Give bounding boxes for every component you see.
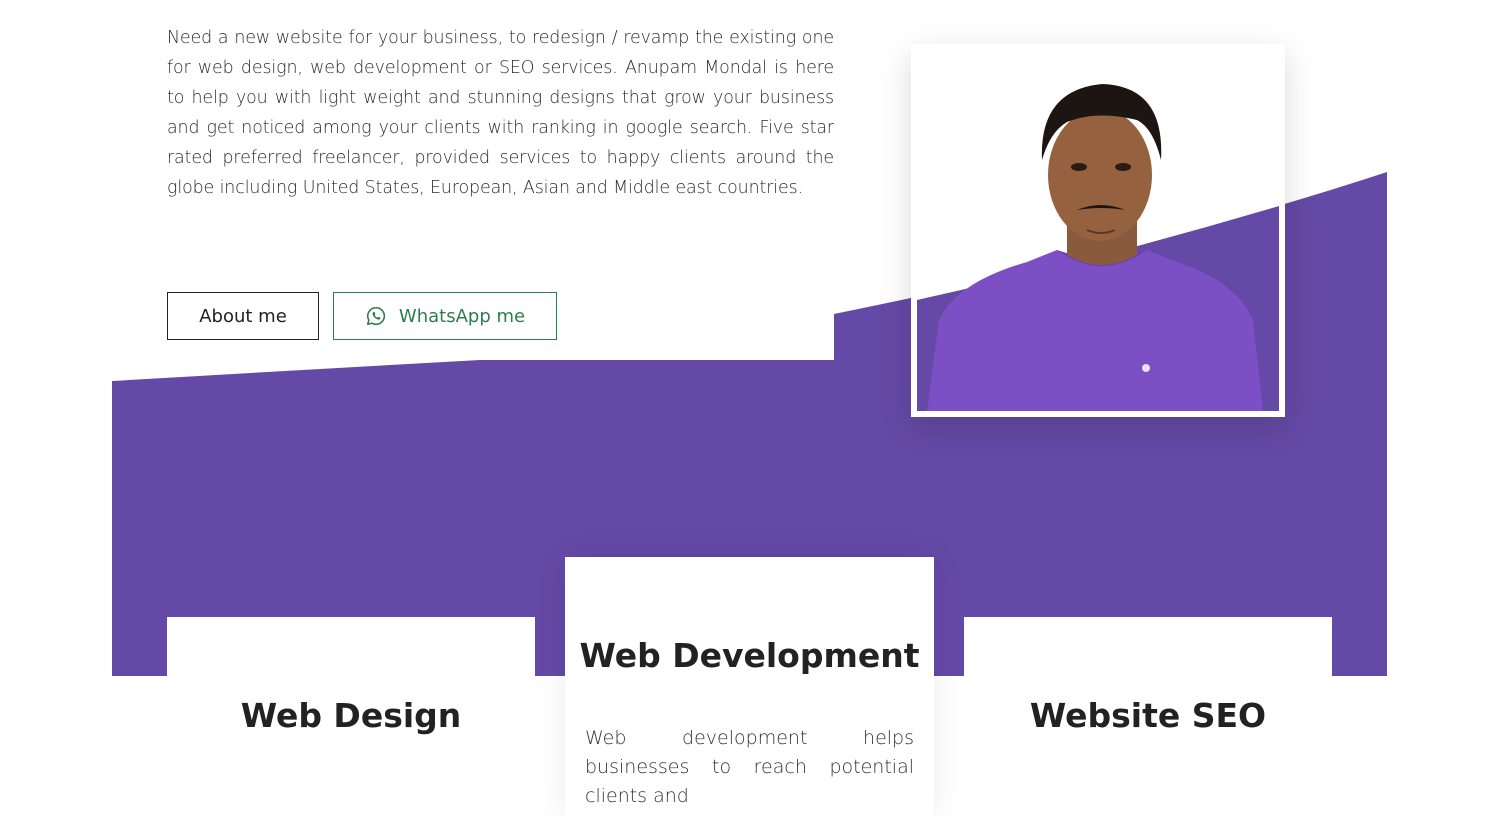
intro-paragraph: Need a new website for your business, to… <box>167 28 834 198</box>
card-description: Web development helps businesses to reac… <box>585 727 914 807</box>
card-title: Web Design <box>240 696 462 735</box>
whatsapp-button[interactable]: WhatsApp me <box>333 292 557 340</box>
card-title: Website SEO <box>1029 696 1267 735</box>
about-me-label: About me <box>199 305 287 327</box>
card-title: Web Development <box>579 636 920 675</box>
about-me-button[interactable]: About me <box>167 292 319 340</box>
service-card-web-design[interactable]: Web Design <box>167 617 535 817</box>
profile-photo <box>917 50 1279 411</box>
service-card-web-development[interactable]: Web Development Web development helps bu… <box>565 557 934 817</box>
service-card-website-seo[interactable]: Website SEO <box>964 617 1332 817</box>
profile-photo-frame <box>911 44 1285 417</box>
cta-buttons: About me WhatsApp me <box>167 292 557 340</box>
whatsapp-label: WhatsApp me <box>398 305 526 327</box>
whatsapp-icon <box>366 306 385 326</box>
